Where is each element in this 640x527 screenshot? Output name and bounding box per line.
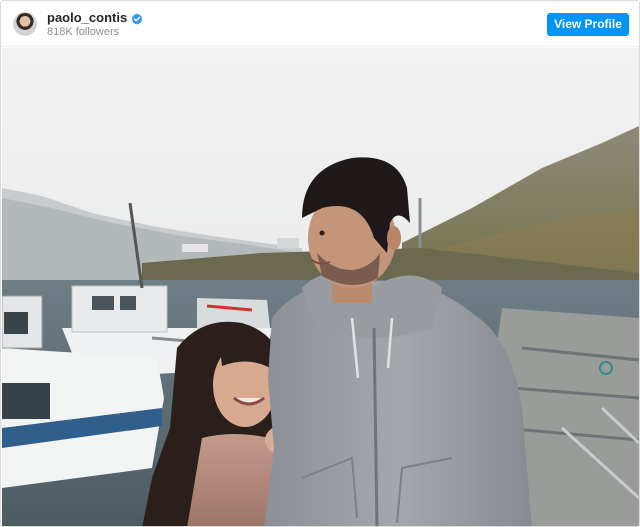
follower-count: 818K followers bbox=[47, 26, 120, 38]
instagram-embed: paolo_contis 818K followers View Profile bbox=[0, 0, 640, 527]
verified-badge-icon bbox=[131, 12, 143, 25]
view-profile-button[interactable]: View Profile bbox=[547, 13, 629, 36]
embed-header: paolo_contis 818K followers View Profile bbox=[1, 1, 639, 47]
post-photo[interactable] bbox=[2, 48, 639, 526]
profile-avatar[interactable] bbox=[13, 12, 37, 36]
username-link[interactable]: paolo_contis bbox=[47, 10, 127, 26]
username-row: paolo_contis bbox=[47, 10, 143, 26]
